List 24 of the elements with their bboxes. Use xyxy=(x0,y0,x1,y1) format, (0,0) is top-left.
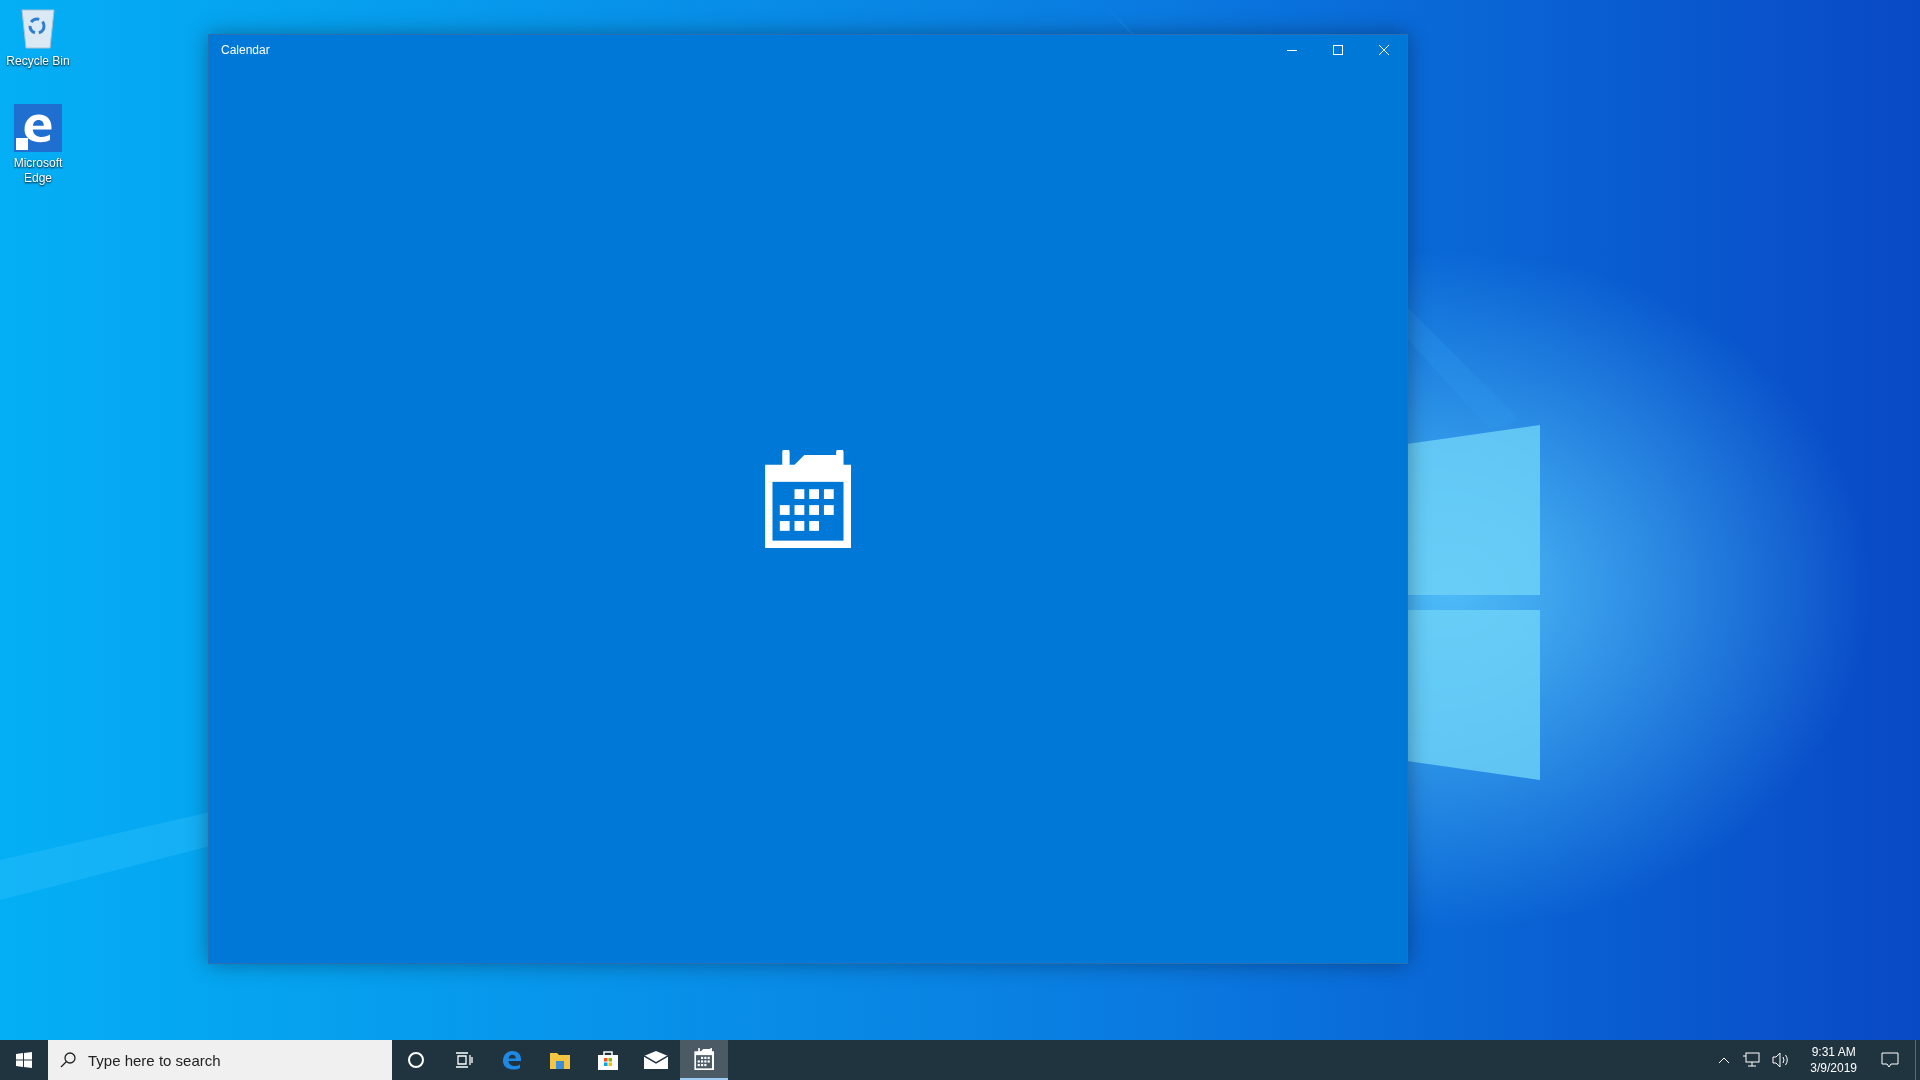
calendar-icon xyxy=(765,450,851,548)
clock-date[interactable]: 3/9/2019 xyxy=(1810,1060,1857,1076)
search-field[interactable]: Type here to search xyxy=(48,1040,392,1080)
calendar-icon xyxy=(694,1048,714,1070)
chevron-up-icon[interactable] xyxy=(1718,1056,1731,1064)
shopping-bag-icon xyxy=(597,1049,619,1071)
circle-icon xyxy=(407,1051,425,1069)
window-title: Calendar xyxy=(220,42,271,59)
speaker-icon[interactable] xyxy=(1772,1052,1791,1068)
envelope-icon xyxy=(644,1051,668,1069)
taskbar-app-button[interactable] xyxy=(680,1040,728,1080)
network-icon[interactable] xyxy=(1742,1052,1761,1068)
close-icon xyxy=(1379,45,1389,55)
maximize-icon xyxy=(1333,45,1343,55)
windows-logo-icon xyxy=(16,1052,32,1068)
browser-icon xyxy=(500,1048,524,1072)
browser-icon xyxy=(14,104,62,152)
search-icon xyxy=(60,1052,76,1068)
clock-time[interactable]: 9:31 AM xyxy=(1811,1044,1856,1060)
recycle-bin-icon xyxy=(18,6,58,50)
notification-icon[interactable] xyxy=(1881,1051,1899,1069)
task-view-icon xyxy=(455,1052,473,1068)
folder-icon xyxy=(549,1050,571,1070)
minimize-icon xyxy=(1287,49,1297,51)
